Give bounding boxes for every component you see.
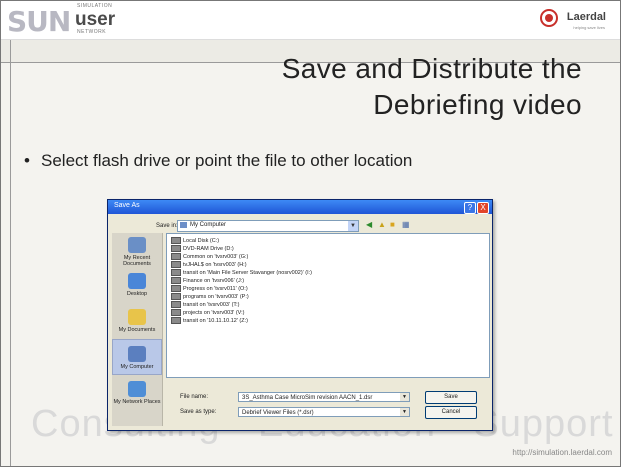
drive-icon — [171, 309, 181, 317]
laerdal-logo-icon — [540, 9, 558, 27]
place-recent-documents[interactable]: My Recent Documents — [112, 237, 162, 267]
views-menu-icon[interactable]: ▦ — [402, 220, 410, 230]
slide-title-line1: Save and Distribute the — [281, 53, 582, 84]
place-network-places[interactable]: My Network Places — [112, 381, 162, 405]
list-item[interactable]: Common on 'tvsrv003' (G:) — [171, 253, 248, 261]
drive-icon — [171, 277, 181, 285]
dialog-title-bar: Save As ? X — [108, 200, 492, 214]
footer-url: http://simulation.laerdal.com — [512, 448, 612, 457]
save-as-dialog: Save As ? X Save in: My Computer ▼ ◀ ▲ ■… — [107, 199, 493, 431]
recent-documents-icon — [128, 237, 146, 253]
network-places-icon — [128, 381, 146, 397]
my-documents-icon — [128, 309, 146, 325]
cancel-button[interactable]: Cancel — [425, 406, 477, 419]
computer-icon — [180, 222, 187, 228]
bullet-text: Select flash drive or point the file to … — [41, 151, 413, 170]
slide-title: Save and Distribute the Debriefing video — [282, 51, 582, 123]
place-my-computer[interactable]: My Computer — [112, 339, 162, 375]
help-button[interactable]: ? — [464, 202, 476, 214]
bullet-dot-icon: • — [24, 151, 30, 170]
logo-network-text: NETWORK — [77, 29, 107, 35]
place-my-documents[interactable]: My Documents — [112, 309, 162, 333]
drive-icon — [171, 253, 181, 261]
sun-logo: SUN — [7, 5, 71, 38]
list-item[interactable]: projects on 'tvsrv003' (V:) — [171, 309, 245, 317]
vertical-rule — [10, 40, 11, 466]
list-item[interactable]: Local Disk (C:) — [171, 237, 219, 245]
drive-icon — [171, 261, 181, 269]
up-folder-icon[interactable]: ▲ — [378, 220, 386, 230]
bullet-item: • Select flash drive or point the file t… — [24, 150, 501, 171]
desktop-icon — [128, 273, 146, 289]
drive-icon — [171, 317, 181, 325]
save-as-type-label: Save as type: — [180, 409, 217, 415]
drive-icon — [171, 285, 181, 293]
place-desktop[interactable]: Desktop — [112, 273, 162, 297]
list-item[interactable]: DVD-RAM Drive (D:) — [171, 245, 234, 253]
list-item[interactable]: tvJHAL$ on 'tvsrv003' (H:) — [171, 261, 247, 269]
save-in-value: My Computer — [190, 222, 227, 228]
list-item[interactable]: programs on 'tvsrv003' (P:) — [171, 293, 249, 301]
brand-name: Laerdal — [566, 11, 606, 23]
drive-icon — [171, 301, 181, 309]
drive-icon — [171, 245, 181, 253]
logo-user-text: user — [75, 9, 116, 30]
places-bar: My Recent Documents Desktop My Documents… — [112, 233, 163, 426]
list-item[interactable]: transit on 'tvsrv003' (T:) — [171, 301, 240, 309]
list-item[interactable]: Finance on 'tvsrv006' (J:) — [171, 277, 244, 285]
slide: SUN SIMULATION user NETWORK Laerdal help… — [0, 0, 621, 467]
save-in-label: Save in: — [156, 223, 178, 229]
slide-title-line2: Debriefing video — [373, 89, 582, 120]
save-in-dropdown[interactable]: My Computer ▼ — [177, 220, 359, 232]
file-name-field[interactable]: 3S_Asthma Case MicroSim revision AACN_1.… — [238, 392, 410, 402]
my-computer-icon — [128, 346, 146, 362]
list-item[interactable]: transit on 'Main File Server Stavanger (… — [171, 269, 312, 277]
dialog-title: Save As — [114, 202, 140, 209]
drive-icon — [171, 237, 181, 245]
list-item[interactable]: Progress on 'tvsrv011' (O:) — [171, 285, 248, 293]
new-folder-icon[interactable]: ■ — [390, 220, 395, 230]
chevron-down-icon[interactable]: ▼ — [400, 408, 409, 416]
file-name-label: File name: — [180, 394, 209, 400]
drive-icon — [171, 269, 181, 277]
slide-header: SUN SIMULATION user NETWORK Laerdal help… — [1, 1, 620, 40]
chevron-down-icon[interactable]: ▼ — [348, 221, 358, 231]
drive-icon — [171, 293, 181, 301]
list-item[interactable]: transit on '10.11.10.12' (Z:) — [171, 317, 248, 325]
brand-tagline: helping save lives — [573, 25, 605, 30]
save-button[interactable]: Save — [425, 391, 477, 404]
file-list: Local Disk (C:) DVD-RAM Drive (D:) Commo… — [166, 233, 490, 378]
chevron-down-icon[interactable]: ▼ — [400, 393, 409, 401]
save-as-type-select[interactable]: Debrief Viewer Files (*.dsr) ▼ — [238, 407, 410, 417]
close-button[interactable]: X — [477, 202, 489, 214]
back-icon[interactable]: ◀ — [366, 220, 372, 230]
